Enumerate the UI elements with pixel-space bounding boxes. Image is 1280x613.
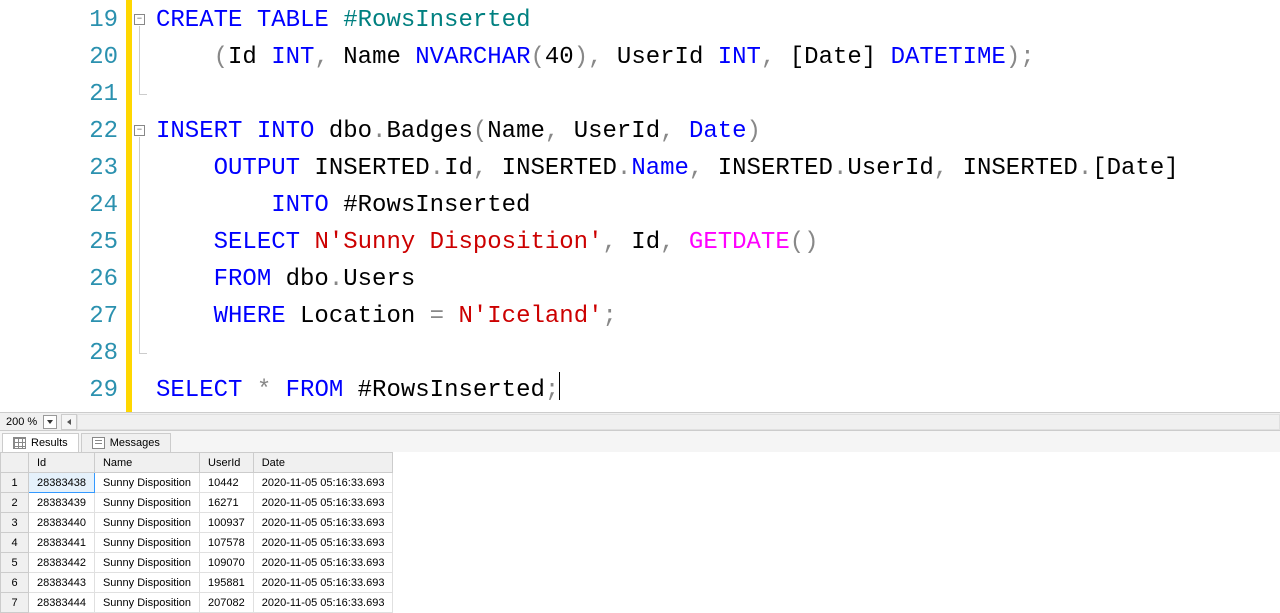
table-row[interactable]: 228383439Sunny Disposition162712020-11-0… [1, 493, 393, 513]
row-number[interactable]: 5 [1, 553, 29, 573]
column-header[interactable]: UserId [200, 453, 254, 473]
code-line[interactable]: WHERE Location = N'Iceland'; [156, 298, 1280, 335]
cell[interactable]: 16271 [200, 493, 254, 513]
cell[interactable]: 100937 [200, 513, 254, 533]
code-line[interactable]: SELECT N'Sunny Disposition', Id, GETDATE… [156, 224, 1280, 261]
line-number: 25 [0, 224, 118, 261]
zoom-dropdown[interactable] [43, 415, 57, 429]
code-fold-column: −− [132, 0, 152, 412]
editor-status-bar: 200 % [0, 412, 1280, 430]
table-row[interactable]: 128383438Sunny Disposition104422020-11-0… [1, 473, 393, 493]
row-header-corner[interactable] [1, 453, 29, 473]
cell[interactable]: 2020-11-05 05:16:33.693 [253, 573, 393, 593]
cell[interactable]: Sunny Disposition [94, 533, 199, 553]
zoom-level: 200 % [0, 416, 43, 428]
text-cursor [559, 372, 560, 400]
code-line[interactable]: INTO #RowsInserted [156, 187, 1280, 224]
tab-results-label: Results [31, 437, 68, 449]
line-number: 23 [0, 150, 118, 187]
cell[interactable]: 2020-11-05 05:16:33.693 [253, 513, 393, 533]
cell[interactable]: 28383439 [29, 493, 95, 513]
code-line[interactable] [156, 335, 1280, 372]
results-grid[interactable]: IdNameUserIdDate128383438Sunny Dispositi… [0, 452, 1280, 613]
line-number: 21 [0, 76, 118, 113]
line-number: 27 [0, 298, 118, 335]
line-number: 29 [0, 372, 118, 409]
table-row[interactable]: 428383441Sunny Disposition1075782020-11-… [1, 533, 393, 553]
row-number[interactable]: 1 [1, 473, 29, 493]
cell[interactable]: 28383441 [29, 533, 95, 553]
code-line[interactable]: SELECT * FROM #RowsInserted; [156, 372, 1280, 409]
line-number: 20 [0, 39, 118, 76]
column-header[interactable]: Date [253, 453, 393, 473]
line-number-gutter: 1920212223242526272829 [0, 0, 126, 412]
table-row[interactable]: 728383444Sunny Disposition2070822020-11-… [1, 593, 393, 613]
cell[interactable]: 2020-11-05 05:16:33.693 [253, 553, 393, 573]
code-line[interactable]: FROM dbo.Users [156, 261, 1280, 298]
cell[interactable]: Sunny Disposition [94, 553, 199, 573]
line-number: 26 [0, 261, 118, 298]
cell[interactable]: 28383442 [29, 553, 95, 573]
grid-icon [13, 437, 26, 449]
cell[interactable]: Sunny Disposition [94, 593, 199, 613]
row-number[interactable]: 2 [1, 493, 29, 513]
cell[interactable]: 2020-11-05 05:16:33.693 [253, 593, 393, 613]
cell[interactable]: 28383440 [29, 513, 95, 533]
fold-toggle[interactable]: − [134, 14, 145, 25]
cell[interactable]: 28383438 [29, 473, 95, 493]
cell[interactable]: Sunny Disposition [94, 573, 199, 593]
cell[interactable]: 2020-11-05 05:16:33.693 [253, 473, 393, 493]
code-line[interactable]: OUTPUT INSERTED.Id, INSERTED.Name, INSER… [156, 150, 1280, 187]
column-header[interactable]: Id [29, 453, 95, 473]
line-number: 19 [0, 2, 118, 39]
cell[interactable]: Sunny Disposition [94, 513, 199, 533]
cell[interactable]: 10442 [200, 473, 254, 493]
sql-editor[interactable]: 1920212223242526272829 −− CREATE TABLE #… [0, 0, 1280, 412]
table-row[interactable]: 328383440Sunny Disposition1009372020-11-… [1, 513, 393, 533]
fold-toggle[interactable]: − [134, 125, 145, 136]
cell[interactable]: Sunny Disposition [94, 473, 199, 493]
cell[interactable]: Sunny Disposition [94, 493, 199, 513]
cell[interactable]: 207082 [200, 593, 254, 613]
line-number: 22 [0, 113, 118, 150]
cell[interactable]: 107578 [200, 533, 254, 553]
cell[interactable]: 195881 [200, 573, 254, 593]
code-line[interactable]: CREATE TABLE #RowsInserted [156, 2, 1280, 39]
line-number: 28 [0, 335, 118, 372]
line-number: 24 [0, 187, 118, 224]
row-number[interactable]: 4 [1, 533, 29, 553]
cell[interactable]: 28383443 [29, 573, 95, 593]
horizontal-scrollbar[interactable] [77, 414, 1280, 430]
tab-results[interactable]: Results [2, 433, 79, 452]
table-row[interactable]: 628383443Sunny Disposition1958812020-11-… [1, 573, 393, 593]
row-number[interactable]: 3 [1, 513, 29, 533]
code-text-area[interactable]: CREATE TABLE #RowsInserted (Id INT, Name… [152, 0, 1280, 412]
messages-icon [92, 437, 105, 449]
column-header[interactable]: Name [94, 453, 199, 473]
results-tabs: Results Messages [0, 430, 1280, 452]
cell[interactable]: 2020-11-05 05:16:33.693 [253, 493, 393, 513]
cell[interactable]: 109070 [200, 553, 254, 573]
table-row[interactable]: 528383442Sunny Disposition1090702020-11-… [1, 553, 393, 573]
code-line[interactable]: (Id INT, Name NVARCHAR(40), UserId INT, … [156, 39, 1280, 76]
code-line[interactable] [156, 76, 1280, 113]
row-number[interactable]: 7 [1, 593, 29, 613]
code-line[interactable]: INSERT INTO dbo.Badges(Name, UserId, Dat… [156, 113, 1280, 150]
scroll-left-arrow[interactable] [61, 414, 77, 430]
row-number[interactable]: 6 [1, 573, 29, 593]
cell[interactable]: 2020-11-05 05:16:33.693 [253, 533, 393, 553]
tab-messages-label: Messages [110, 437, 160, 449]
tab-messages[interactable]: Messages [81, 433, 171, 452]
cell[interactable]: 28383444 [29, 593, 95, 613]
